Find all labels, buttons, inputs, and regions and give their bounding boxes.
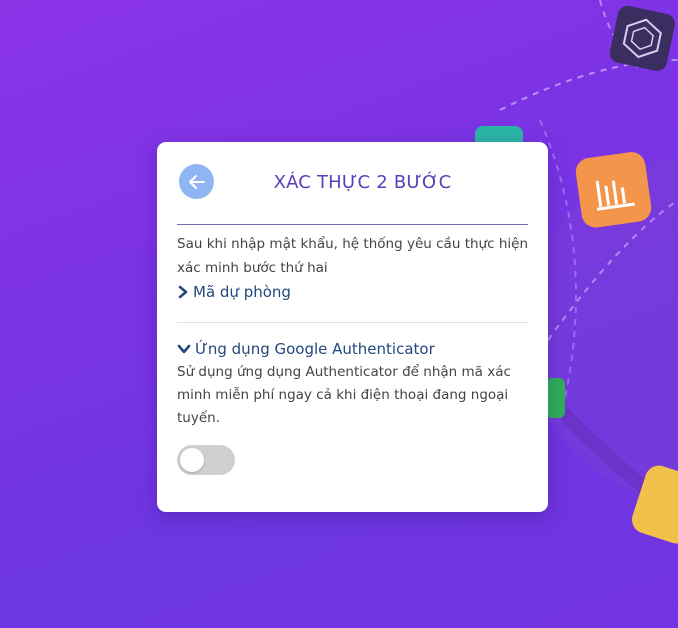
back-button[interactable]	[179, 164, 214, 199]
section-divider	[177, 322, 528, 323]
backup-code-link[interactable]: Mã dự phòng	[177, 283, 291, 301]
authenticator-toggle[interactable]	[177, 445, 235, 475]
two-step-verification-card: XÁC THỰC 2 BƯỚC Sau khi nhập mật khẩu, h…	[157, 142, 548, 512]
chevron-down-icon	[177, 344, 191, 354]
google-authenticator-label: Ứng dụng Google Authenticator	[195, 340, 435, 358]
backup-code-label: Mã dự phòng	[193, 283, 291, 301]
page-title: XÁC THỰC 2 BƯỚC	[273, 172, 452, 193]
title-divider	[177, 224, 528, 225]
chevron-right-icon	[178, 285, 188, 299]
google-authenticator-link[interactable]: Ứng dụng Google Authenticator	[177, 340, 435, 358]
arrow-left-icon	[188, 174, 205, 189]
page-description: Sau khi nhập mật khẩu, hệ thống yêu cầu …	[177, 236, 528, 276]
google-authenticator-description: Sử dụng ứng dụng Authenticator để nhận m…	[177, 364, 511, 426]
toggle-knob	[180, 448, 204, 472]
